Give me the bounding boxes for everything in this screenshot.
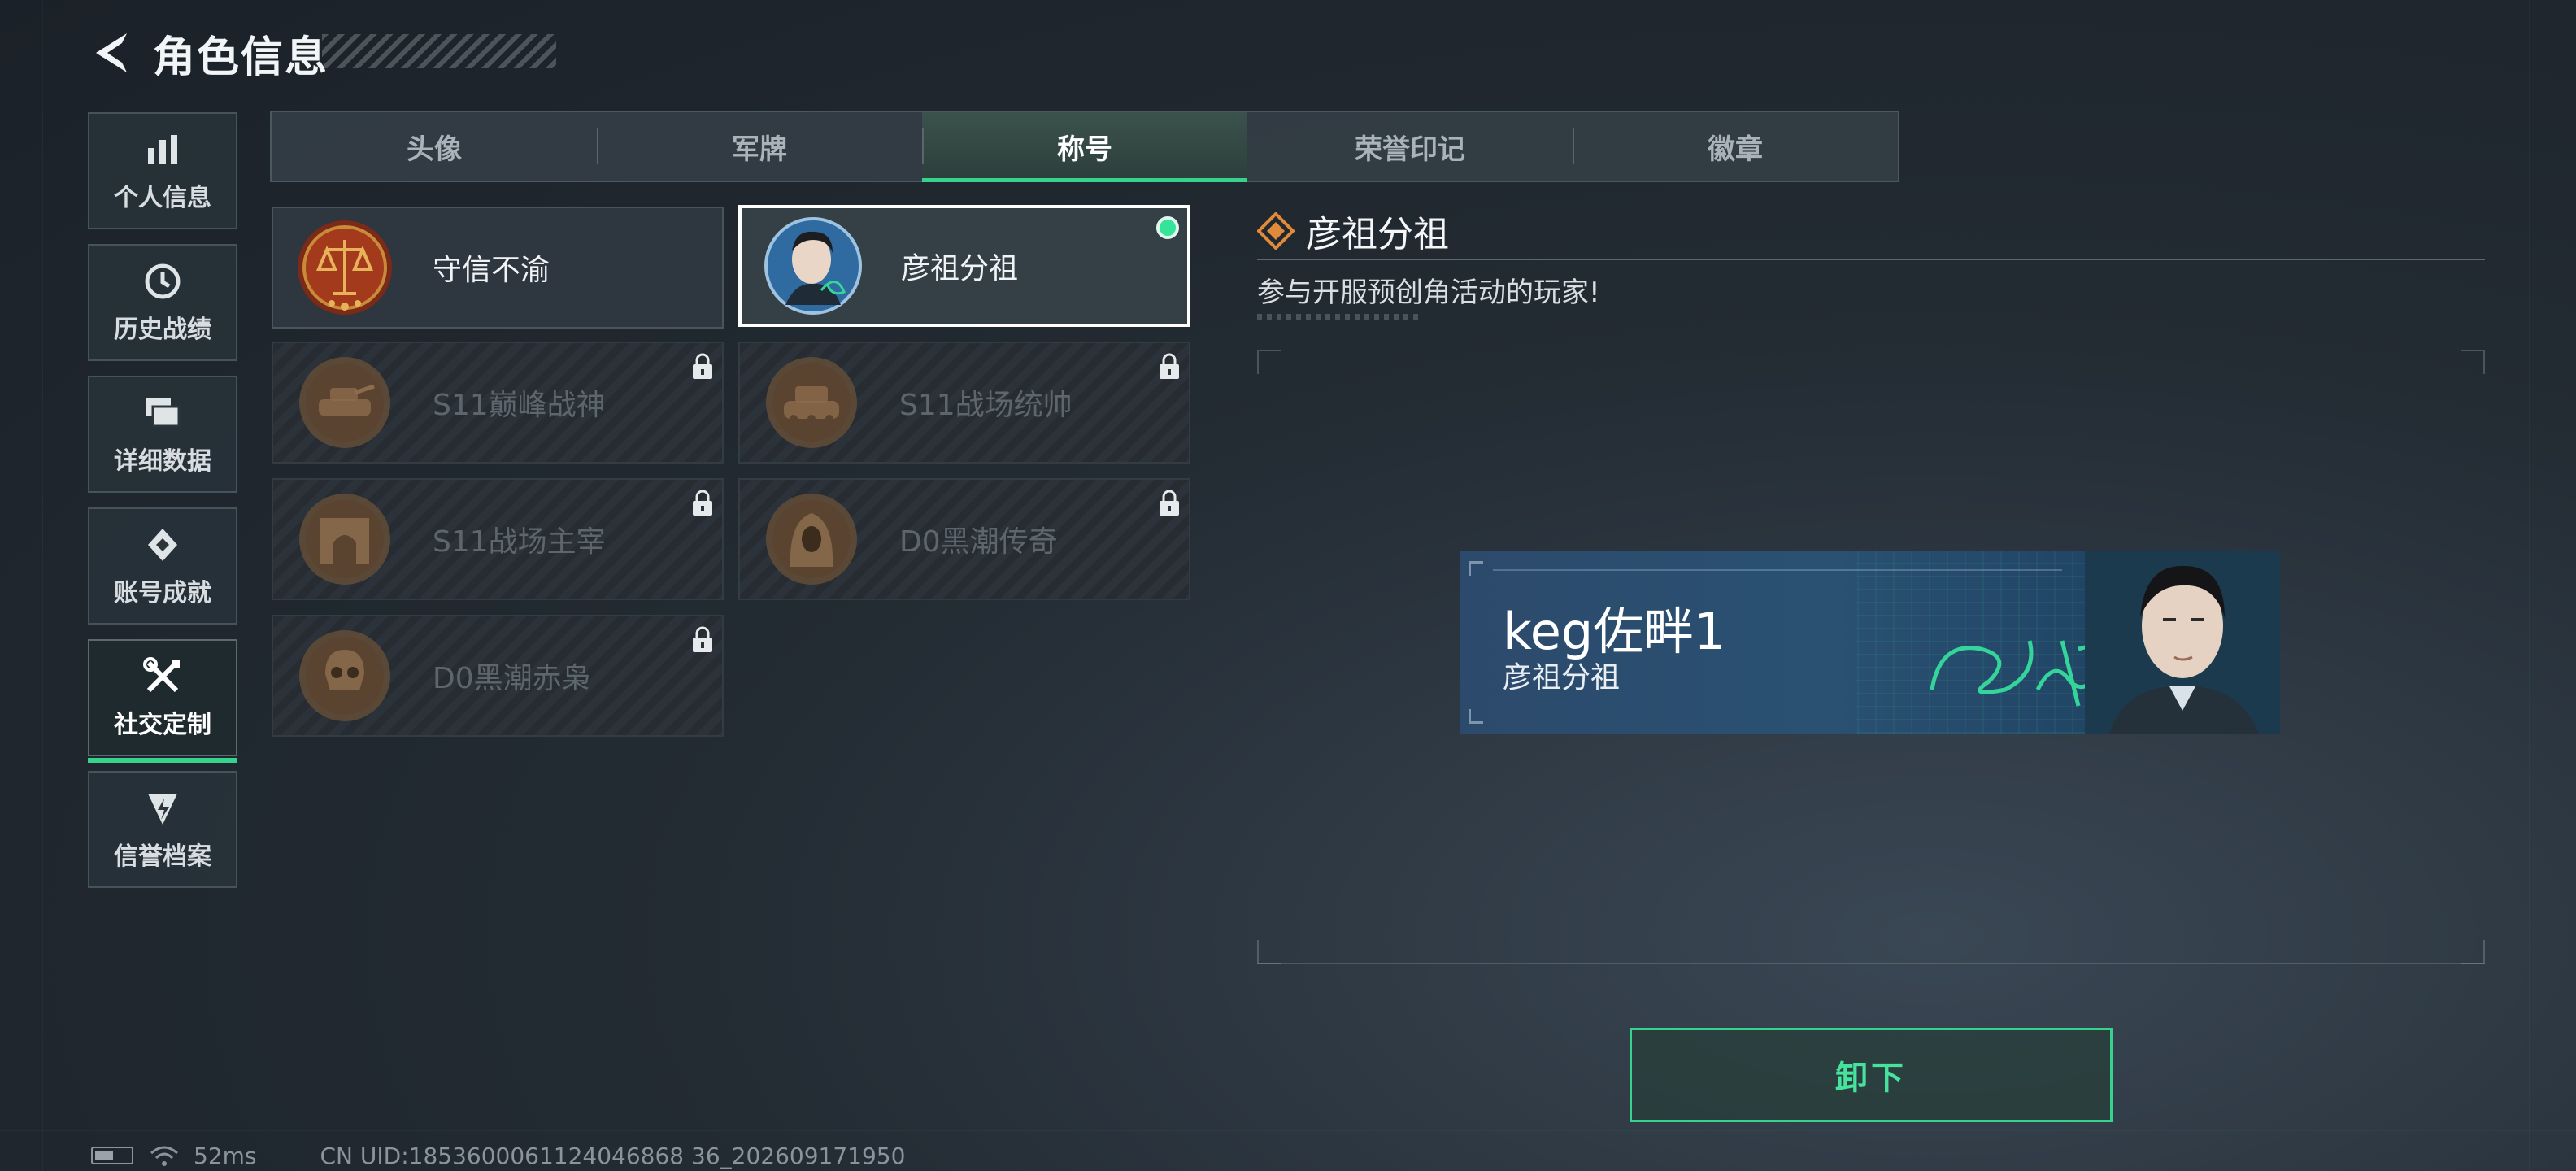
detail-header: 彦祖分祖 (1257, 205, 1449, 257)
portrait-emblem-icon (763, 215, 864, 316)
sidebar-item-personal-info[interactable]: 个人信息 (88, 112, 237, 229)
detail-divider (1257, 259, 2485, 260)
skull-emblem-icon (294, 625, 395, 726)
title-card-name: D0黑潮赤枭 (433, 662, 591, 695)
title-card-name: S11巅峰战神 (433, 389, 606, 422)
achievement-icon (141, 524, 184, 566)
status-bar: 52ms CN UID:1853600061124046868 36_20260… (91, 1142, 906, 1169)
sidebar-item-label: 社交定制 (114, 711, 211, 739)
unequip-button[interactable]: 卸下 (1630, 1028, 2113, 1122)
diamond-icon (1257, 212, 1295, 250)
uid-text: CN UID:1853600061124046868 36_2026091719… (320, 1142, 906, 1169)
sidebar: 个人信息 历史战绩 详细数据 账号成就 社交定制 信誉档案 (88, 112, 237, 903)
banner-bracket (1469, 709, 1483, 724)
sidebar-item-achievements[interactable]: 账号成就 (88, 507, 237, 625)
tab-honor-mark[interactable]: 荣誉印记 (1247, 112, 1573, 181)
detail-title: 彦祖分祖 (1306, 214, 1449, 255)
detail-description: 参与开服预创角活动的玩家! (1257, 276, 1600, 309)
nameplate-player-name: keg佐畔1 (1503, 602, 1726, 661)
wifi-icon (150, 1146, 178, 1166)
unequip-button-label: 卸下 (1835, 1060, 1907, 1097)
tools-icon (141, 655, 184, 698)
title-card-name: S11战场统帅 (899, 389, 1073, 422)
sidebar-item-detailed-data[interactable]: 详细数据 (88, 376, 237, 493)
preview-frame-corner (2461, 350, 2485, 374)
credit-icon (141, 787, 184, 829)
portrait-icon (2085, 551, 2280, 734)
title-card-locked[interactable]: S11战场主宰 (272, 478, 724, 600)
sidebar-item-label: 个人信息 (114, 184, 211, 212)
detail-deco-bar (1257, 314, 1420, 320)
history-clock-icon (141, 260, 184, 303)
sidebar-item-social-custom[interactable]: 社交定制 (88, 639, 237, 763)
back-button[interactable] (85, 27, 137, 79)
tank-emblem-icon (761, 352, 862, 453)
title-card-name: D0黑潮传奇 (899, 525, 1058, 559)
tank-emblem-icon (294, 352, 395, 453)
sidebar-item-credit-record[interactable]: 信誉档案 (88, 771, 237, 888)
tab-title[interactable]: 称号 (922, 112, 1247, 182)
banner-bracket (1469, 561, 1483, 576)
arch-emblem-icon (294, 489, 395, 590)
equipped-indicator (1156, 216, 1179, 239)
tab-bar: 头像 军牌 称号 荣誉印记 徽章 (270, 111, 1899, 182)
title-stripes (322, 34, 556, 68)
preview-frame-corner (2461, 940, 2485, 964)
lock-icon (1160, 490, 1179, 516)
preview-frame-corner (1257, 940, 1281, 964)
data-cards-icon (141, 392, 184, 434)
ping-text: 52ms (194, 1142, 257, 1169)
tab-avatar[interactable]: 头像 (272, 112, 597, 181)
tab-badge[interactable]: 徽章 (1573, 112, 1898, 181)
sidebar-item-label: 历史战绩 (114, 316, 211, 344)
sidebar-item-label: 账号成就 (114, 579, 211, 607)
preview-frame-corner (1257, 350, 1281, 374)
title-card-name: 彦祖分祖 (901, 252, 1019, 285)
back-arrow-icon (96, 33, 127, 72)
preview-frame-line (1257, 963, 2485, 964)
sidebar-item-label: 信誉档案 (114, 842, 211, 871)
title-card-name: S11战场主宰 (433, 525, 606, 559)
title-card[interactable]: 守信不渝 (272, 207, 724, 329)
header: 角色信息 (85, 23, 329, 83)
lock-icon (1160, 353, 1179, 379)
battery-icon (91, 1147, 133, 1164)
title-card-selected[interactable]: 彦祖分祖 (738, 205, 1190, 327)
sidebar-item-history[interactable]: 历史战绩 (88, 244, 237, 361)
page-title: 角色信息 (153, 33, 329, 82)
lock-icon (693, 626, 712, 652)
nameplate-preview: keg佐畔1 彦祖分祖 (1460, 551, 2280, 734)
title-card-name: 守信不渝 (433, 254, 550, 287)
nameplate-title: 彦祖分祖 (1503, 661, 1621, 694)
scales-emblem-icon (294, 217, 395, 318)
title-card-locked[interactable]: S11战场统帅 (738, 342, 1190, 464)
tab-dog-tag[interactable]: 军牌 (597, 112, 922, 181)
title-card-locked[interactable]: D0黑潮赤枭 (272, 615, 724, 737)
hooded-emblem-icon (761, 489, 862, 590)
title-card-locked[interactable]: D0黑潮传奇 (738, 478, 1190, 600)
lock-icon (693, 490, 712, 516)
lock-icon (693, 353, 712, 379)
banner-divider (1493, 569, 2062, 571)
sidebar-item-label: 详细数据 (114, 447, 211, 476)
bar-chart-icon (141, 128, 184, 171)
title-card-locked[interactable]: S11巅峰战神 (272, 342, 724, 464)
